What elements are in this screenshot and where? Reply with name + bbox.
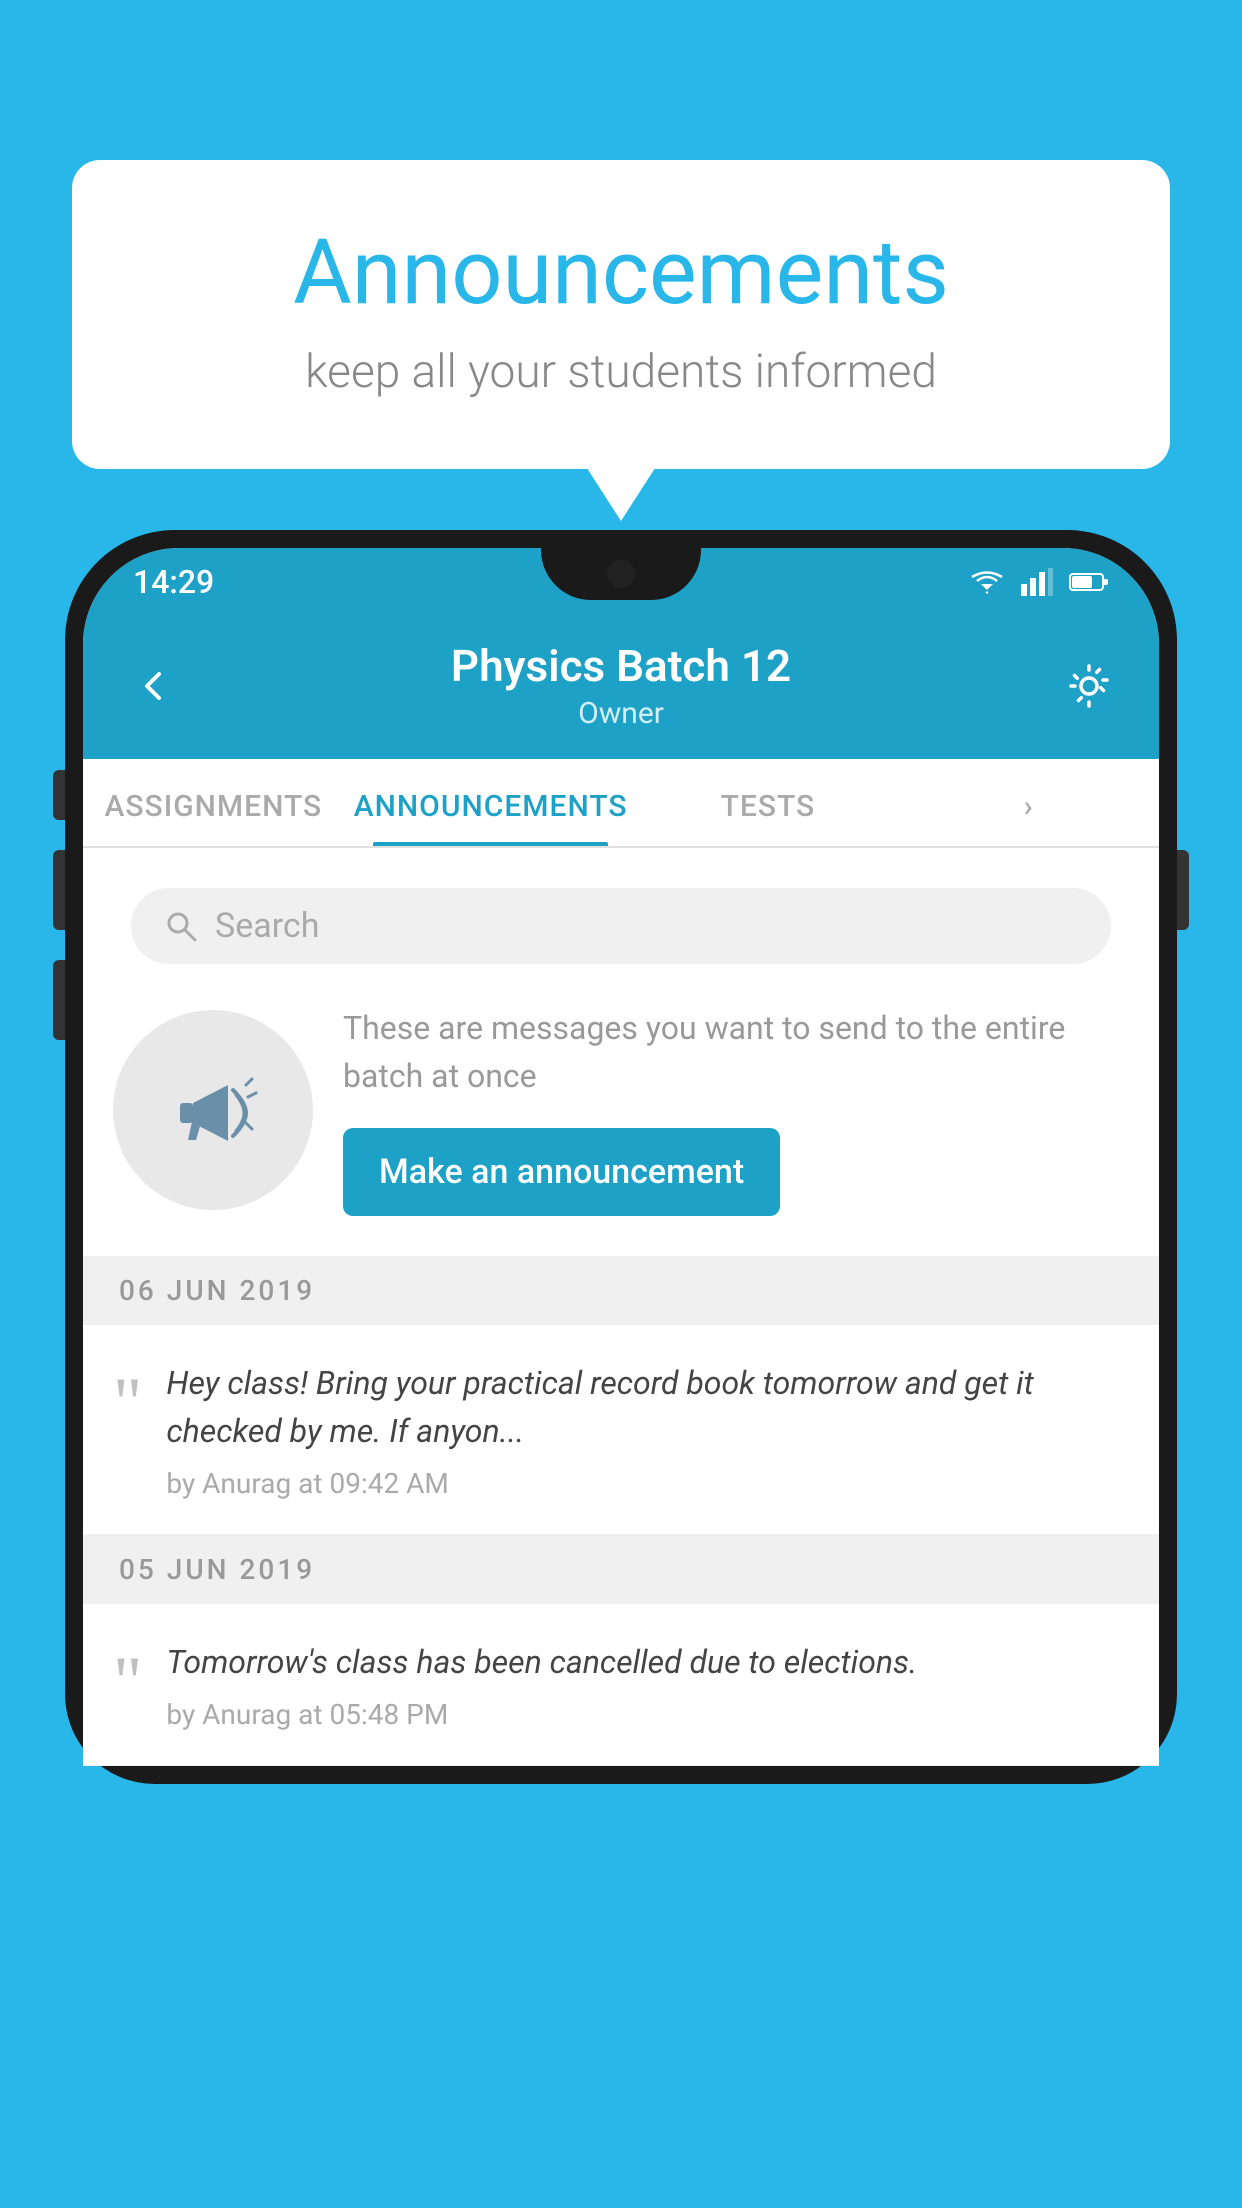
phone-wrapper: 14:29 (65, 530, 1177, 2208)
megaphone-icon (158, 1055, 268, 1165)
date-separator-1: 06 JUN 2019 (83, 1256, 1159, 1325)
tab-more[interactable]: › (898, 759, 1159, 846)
status-time: 14:29 (133, 563, 214, 601)
bubble-subtitle: keep all your students informed (152, 345, 1090, 399)
tabs-bar: ASSIGNMENTS ANNOUNCEMENTS TESTS › (83, 759, 1159, 848)
camera (607, 560, 635, 588)
announcement-icon-circle (113, 1010, 313, 1210)
announcement-promo-right: These are messages you want to send to t… (343, 1004, 1129, 1216)
header-subtitle: Owner (183, 696, 1059, 731)
phone-frame: 14:29 (65, 530, 1177, 1784)
status-icons (969, 568, 1109, 596)
announcement-message-1: Hey class! Bring your practical record b… (166, 1359, 1123, 1455)
header-title: Physics Batch 12 (183, 640, 1059, 692)
power-button (1177, 850, 1189, 930)
bubble-title: Announcements (152, 220, 1090, 325)
announcement-text-1: Hey class! Bring your practical record b… (166, 1359, 1123, 1500)
announcement-description: These are messages you want to send to t… (343, 1004, 1129, 1100)
volume-down-button (53, 850, 65, 930)
tab-assignments[interactable]: ASSIGNMENTS (83, 759, 344, 846)
app-header: Physics Batch 12 Owner (83, 616, 1159, 759)
signal-icon (1021, 568, 1053, 596)
announcement-promo: These are messages you want to send to t… (83, 964, 1159, 1256)
settings-button[interactable] (1059, 656, 1119, 716)
back-button[interactable] (123, 656, 183, 716)
announcement-item-2[interactable]: " Tomorrow's class has been cancelled du… (83, 1604, 1159, 1766)
silent-button (53, 960, 65, 1040)
speech-bubble-area: Announcements keep all your students inf… (72, 160, 1170, 469)
battery-icon (1069, 571, 1109, 593)
quote-icon-2: " (113, 1646, 142, 1718)
announcement-meta-1: by Anurag at 09:42 AM (166, 1467, 1123, 1500)
quote-icon-1: " (113, 1367, 142, 1439)
speech-bubble: Announcements keep all your students inf… (72, 160, 1170, 469)
status-bar: 14:29 (83, 548, 1159, 616)
tab-announcements[interactable]: ANNOUNCEMENTS (344, 759, 638, 846)
date-separator-2: 05 JUN 2019 (83, 1535, 1159, 1604)
notch (541, 548, 701, 600)
announcement-message-2: Tomorrow's class has been cancelled due … (166, 1638, 1123, 1686)
make-announcement-button[interactable]: Make an announcement (343, 1128, 780, 1216)
gear-icon (1063, 660, 1115, 712)
header-center: Physics Batch 12 Owner (183, 640, 1059, 731)
back-arrow-icon (135, 668, 171, 704)
announcement-item-1[interactable]: " Hey class! Bring your practical record… (83, 1325, 1159, 1535)
volume-up-button (53, 770, 65, 820)
tab-tests[interactable]: TESTS (638, 759, 899, 846)
search-placeholder: Search (215, 906, 319, 946)
search-bar[interactable]: Search (131, 888, 1111, 964)
announcement-meta-2: by Anurag at 05:48 PM (166, 1698, 1123, 1731)
search-icon (163, 908, 199, 944)
wifi-icon (969, 568, 1005, 596)
announcement-text-2: Tomorrow's class has been cancelled due … (166, 1638, 1123, 1731)
phone-screen: 14:29 (83, 548, 1159, 1766)
